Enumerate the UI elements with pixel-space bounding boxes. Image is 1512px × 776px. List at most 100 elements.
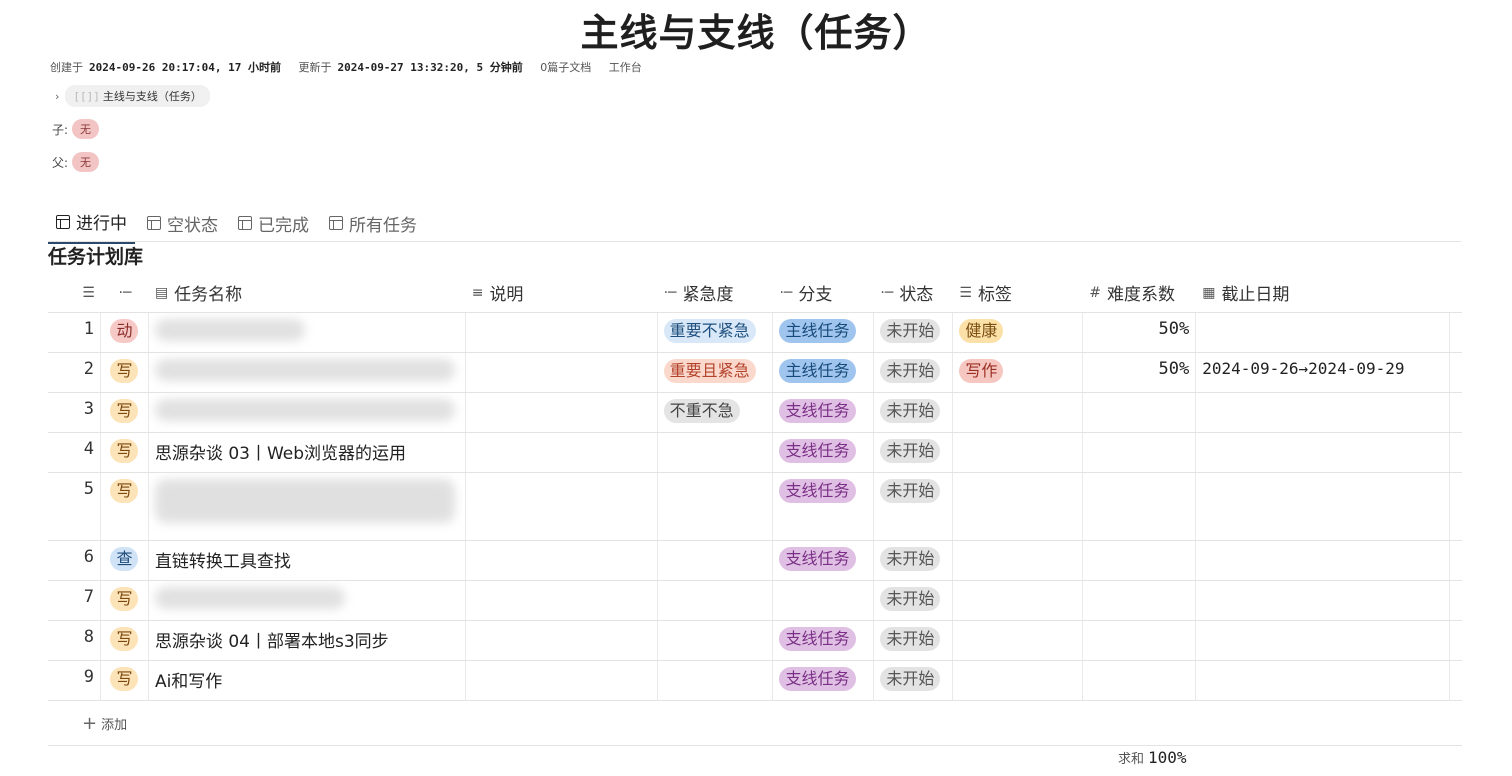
- subdoc-count[interactable]: 0篇子文档: [540, 61, 591, 74]
- urgency-chip[interactable]: 重要且紧急: [663, 359, 756, 383]
- urgency-cell[interactable]: [658, 661, 774, 700]
- category-cell[interactable]: 写: [101, 661, 149, 700]
- category-chip[interactable]: 写: [110, 439, 139, 463]
- due-date-cell[interactable]: 2024-09-26→2024-09-29: [1196, 353, 1451, 392]
- difficulty-cell[interactable]: [1083, 581, 1197, 620]
- category-cell[interactable]: 写: [101, 393, 149, 432]
- tags-cell[interactable]: [953, 433, 1084, 472]
- urgency-cell[interactable]: [658, 621, 774, 660]
- task-name-cell[interactable]: 直链转换工具查找: [149, 541, 466, 580]
- branch-cell[interactable]: 支线任务: [773, 541, 875, 580]
- category-chip[interactable]: 写: [110, 627, 139, 651]
- urgency-cell[interactable]: 不重不急: [658, 393, 774, 432]
- urgency-cell[interactable]: [658, 433, 774, 472]
- status-cell[interactable]: 未开始: [874, 621, 954, 660]
- task-name[interactable]: Ai和写作: [155, 667, 222, 692]
- due-date-cell[interactable]: [1196, 313, 1451, 352]
- task-name[interactable]: 思源杂谈 04丨部署本地s3同步: [155, 627, 389, 652]
- category-cell[interactable]: 写: [101, 353, 149, 392]
- status-chip[interactable]: 未开始: [880, 359, 941, 383]
- due-date-cell[interactable]: [1196, 393, 1451, 432]
- branch-cell[interactable]: 支线任务: [773, 473, 875, 540]
- description-cell[interactable]: [466, 433, 658, 472]
- branch-cell[interactable]: [773, 581, 875, 620]
- branch-chip[interactable]: 主线任务: [779, 319, 856, 343]
- tags-cell[interactable]: [953, 621, 1084, 660]
- tab-completed[interactable]: 已完成: [230, 205, 317, 244]
- difficulty-cell[interactable]: [1083, 621, 1197, 660]
- workspace-link[interactable]: 工作台: [609, 61, 642, 74]
- task-name[interactable]: 直链转换工具查找: [155, 547, 291, 572]
- category-chip[interactable]: 查: [110, 547, 139, 571]
- table-row[interactable]: 4 写思源杂谈 03丨Web浏览器的运用 支线任务 未开始: [48, 433, 1462, 473]
- branch-chip[interactable]: 支线任务: [779, 439, 856, 463]
- col-category[interactable]: ·─: [101, 273, 149, 312]
- due-date-cell[interactable]: [1196, 433, 1451, 472]
- status-chip[interactable]: 未开始: [880, 439, 941, 463]
- category-cell[interactable]: 动: [101, 313, 149, 352]
- category-chip[interactable]: 写: [110, 479, 139, 503]
- children-value[interactable]: 无: [72, 119, 100, 139]
- description-cell[interactable]: [466, 353, 658, 392]
- branch-cell[interactable]: 支线任务: [773, 621, 875, 660]
- tab-all-tasks[interactable]: 所有任务: [321, 205, 425, 244]
- category-cell[interactable]: 写: [101, 433, 149, 472]
- category-chip[interactable]: 写: [110, 667, 139, 691]
- category-cell[interactable]: 写: [101, 621, 149, 660]
- tab-in-progress[interactable]: 进行中: [48, 205, 135, 244]
- task-name-cell[interactable]: 思源杂谈 04丨部署本地s3同步: [149, 621, 466, 660]
- due-date-cell[interactable]: [1196, 473, 1451, 540]
- col-description[interactable]: ≡ 说明: [466, 273, 658, 312]
- description-cell[interactable]: [466, 313, 658, 352]
- col-due-date[interactable]: ▦ 截止日期: [1196, 273, 1450, 312]
- branch-chip[interactable]: 支线任务: [779, 667, 856, 691]
- category-cell[interactable]: 写: [101, 581, 149, 620]
- tags-cell[interactable]: [953, 581, 1084, 620]
- status-cell[interactable]: 未开始: [874, 433, 954, 472]
- task-name-cell[interactable]: [149, 313, 466, 352]
- table-row[interactable]: 3 写 不重不急 支线任务 未开始: [48, 393, 1462, 433]
- difficulty-cell[interactable]: [1083, 541, 1197, 580]
- table-row[interactable]: 7 写 未开始: [48, 581, 1462, 621]
- branch-cell[interactable]: 支线任务: [773, 433, 875, 472]
- difficulty-cell[interactable]: 50%: [1083, 313, 1197, 352]
- description-cell[interactable]: [466, 473, 658, 540]
- category-chip[interactable]: 写: [110, 359, 139, 383]
- col-branch[interactable]: ·─ 分支: [773, 273, 874, 312]
- status-cell[interactable]: 未开始: [874, 473, 954, 540]
- urgency-cell[interactable]: [658, 541, 774, 580]
- tab-empty-status[interactable]: 空状态: [139, 205, 226, 244]
- tags-cell[interactable]: 写作: [953, 353, 1084, 392]
- branch-cell[interactable]: 主线任务: [773, 313, 875, 352]
- status-chip[interactable]: 未开始: [880, 667, 941, 691]
- status-cell[interactable]: 未开始: [874, 581, 954, 620]
- category-chip[interactable]: 写: [110, 399, 139, 423]
- branch-chip[interactable]: 支线任务: [779, 547, 856, 571]
- urgency-cell[interactable]: 重要且紧急: [658, 353, 774, 392]
- task-name-cell[interactable]: Ai和写作: [149, 661, 466, 700]
- col-status[interactable]: ·─ 状态: [874, 273, 953, 312]
- difficulty-cell[interactable]: 50%: [1083, 353, 1197, 392]
- tags-cell[interactable]: 健康: [953, 313, 1084, 352]
- description-cell[interactable]: [466, 581, 658, 620]
- tag-chip[interactable]: 写作: [959, 359, 1004, 383]
- branch-cell[interactable]: 支线任务: [773, 661, 875, 700]
- difficulty-cell[interactable]: [1083, 473, 1197, 540]
- col-tags[interactable]: ☰ 标签: [953, 273, 1083, 312]
- difficulty-cell[interactable]: [1083, 661, 1197, 700]
- urgency-chip[interactable]: 重要不紧急: [663, 319, 756, 343]
- table-row[interactable]: 1 动 重要不紧急 主线任务 未开始 健康 50%: [48, 313, 1462, 353]
- due-date-cell[interactable]: [1196, 621, 1451, 660]
- add-row-button[interactable]: + 添加: [48, 701, 1462, 746]
- branch-cell[interactable]: 主线任务: [773, 353, 875, 392]
- task-name-cell[interactable]: [149, 581, 466, 620]
- urgency-cell[interactable]: 重要不紧急: [658, 313, 774, 352]
- status-chip[interactable]: 未开始: [880, 587, 941, 611]
- description-cell[interactable]: [466, 661, 658, 700]
- tags-cell[interactable]: [953, 541, 1084, 580]
- urgency-chip[interactable]: 不重不急: [663, 399, 740, 423]
- status-cell[interactable]: 未开始: [874, 313, 954, 352]
- due-date-cell[interactable]: [1196, 581, 1451, 620]
- status-cell[interactable]: 未开始: [874, 541, 954, 580]
- due-date-cell[interactable]: [1196, 661, 1451, 700]
